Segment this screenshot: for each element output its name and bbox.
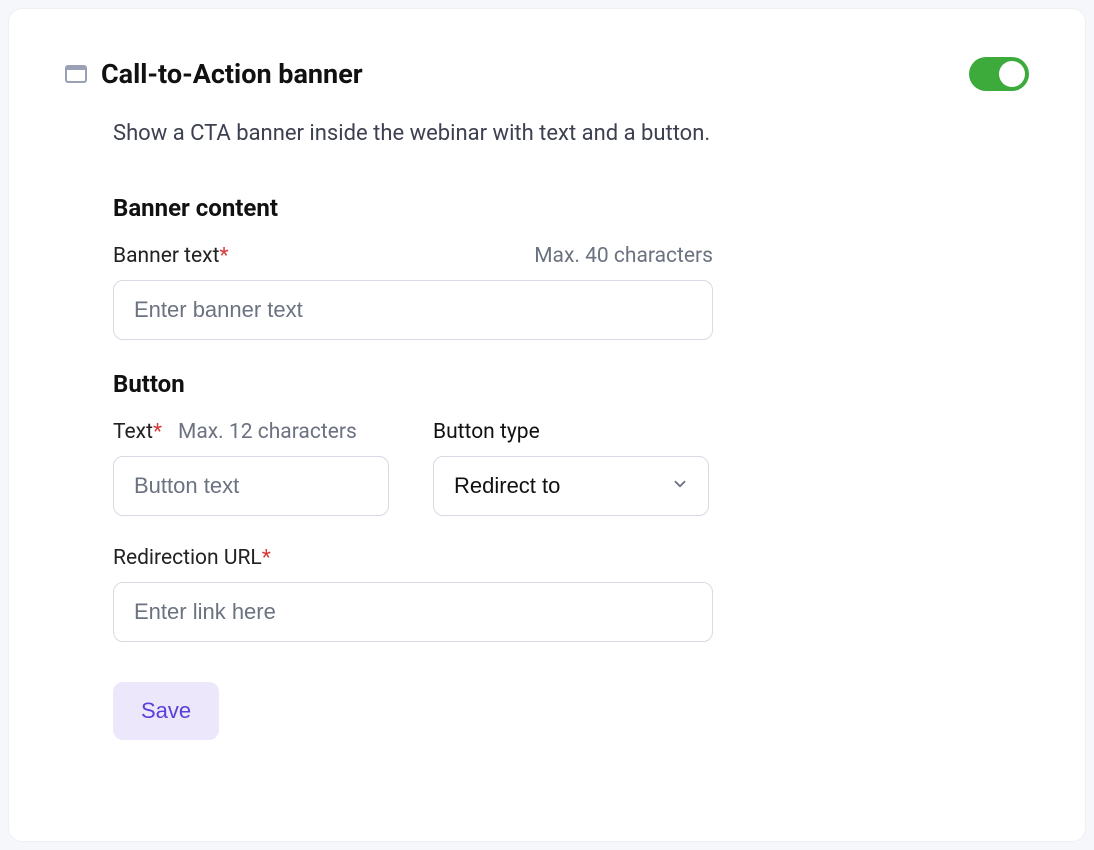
- title-group: Call-to-Action banner: [65, 58, 363, 90]
- button-type-label-row: Button type: [433, 420, 709, 444]
- enable-toggle[interactable]: [969, 57, 1029, 91]
- card-header: Call-to-Action banner: [65, 57, 1029, 91]
- banner-text-input[interactable]: [113, 280, 713, 340]
- section-title: Call-to-Action banner: [101, 58, 363, 90]
- redirection-url-field: Redirection URL*: [113, 546, 713, 642]
- button-type-field: Button type Redirect to: [433, 420, 709, 516]
- card-content: Show a CTA banner inside the webinar wit…: [65, 121, 805, 740]
- banner-content-heading: Banner content: [113, 194, 805, 222]
- section-description: Show a CTA banner inside the webinar wit…: [113, 121, 805, 146]
- banner-text-label: Banner text*: [113, 244, 229, 268]
- redirection-url-label-row: Redirection URL*: [113, 546, 713, 570]
- button-text-field: Text* Max. 12 characters: [113, 420, 389, 516]
- button-heading: Button: [113, 370, 805, 398]
- button-type-label: Button type: [433, 420, 540, 444]
- button-text-label-text: Text: [113, 420, 153, 444]
- redirection-url-label-text: Redirection URL: [113, 546, 262, 570]
- button-text-input[interactable]: [113, 456, 389, 516]
- button-text-hint: Max. 12 characters: [178, 420, 357, 444]
- button-text-label: Text*: [113, 420, 162, 444]
- redirection-url-label: Redirection URL*: [113, 546, 271, 570]
- button-row: Text* Max. 12 characters Button type Red…: [113, 420, 805, 516]
- toggle-knob: [999, 61, 1025, 87]
- button-type-select[interactable]: Redirect to: [433, 456, 709, 516]
- button-type-select-wrap: Redirect to: [433, 456, 709, 516]
- required-star-icon: *: [262, 546, 271, 570]
- required-star-icon: *: [219, 244, 228, 268]
- cta-banner-card: Call-to-Action banner Show a CTA banner …: [8, 8, 1086, 842]
- save-button[interactable]: Save: [113, 682, 219, 740]
- banner-text-label-text: Banner text: [113, 244, 219, 268]
- banner-text-hint: Max. 40 characters: [534, 244, 713, 268]
- required-star-icon: *: [153, 420, 162, 444]
- banner-text-field: Banner text* Max. 40 characters: [113, 244, 713, 340]
- button-text-label-row: Text* Max. 12 characters: [113, 420, 389, 444]
- banner-text-label-row: Banner text* Max. 40 characters: [113, 244, 713, 268]
- banner-icon: [65, 65, 87, 83]
- redirection-url-input[interactable]: [113, 582, 713, 642]
